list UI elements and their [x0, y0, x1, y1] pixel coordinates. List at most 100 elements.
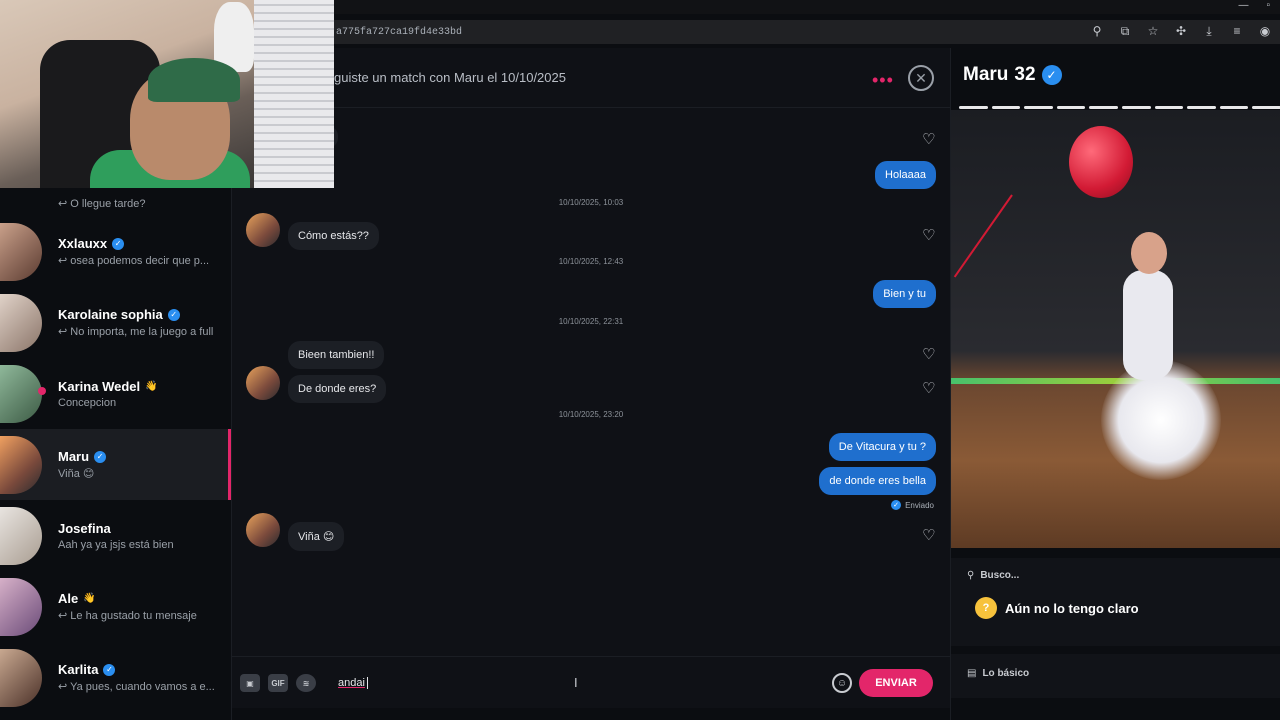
photo-progress-segment[interactable]	[1024, 106, 1053, 109]
sent-status-label: Enviado	[905, 500, 934, 510]
conversation-preview: ↩ osea podemos decir que p...	[58, 255, 210, 267]
conversation-preview: ↩ Ya pues, cuando vamos a e...	[58, 681, 215, 693]
like-heart-icon[interactable]: ♡	[922, 379, 935, 397]
conversation-item-maru[interactable]: Maru ✓ Viña 😊	[0, 429, 231, 500]
avatar	[0, 577, 42, 636]
conversation-item-karina[interactable]: Karina Wedel 👋 Concepcion	[0, 358, 231, 429]
conversation-item-xxlauxx[interactable]: Xxlauxx ✓ ↩ osea podemos decir que p...	[0, 216, 231, 287]
profile-age: 32	[1014, 64, 1036, 85]
photo-progress-segment[interactable]	[1219, 106, 1249, 109]
wave-icon: 👋	[83, 593, 96, 604]
conversation-item-karlita[interactable]: Karlita ✓ ↩ Ya pues, cuando vamos a e...	[0, 642, 231, 713]
basics-section: ▤ Lo básico	[951, 654, 1280, 698]
conversation-preview: Concepcion	[58, 396, 117, 409]
maximize-icon[interactable]: ▫	[1266, 0, 1270, 11]
avatar	[0, 648, 42, 707]
conversation-preview: Viña 😊	[58, 468, 95, 480]
media-icon[interactable]: ≡	[1228, 22, 1246, 40]
like-heart-icon[interactable]: ♡	[922, 526, 935, 544]
photo-progress-segment[interactable]	[1121, 106, 1151, 109]
photo-progress-segment[interactable]	[959, 106, 988, 109]
match-info-title: guiste un match con Maru el 10/10/2025	[334, 70, 566, 85]
like-heart-icon[interactable]: ♡	[922, 345, 935, 363]
photo-balloon	[1069, 126, 1133, 198]
sent-status: ✓ Enviado	[891, 500, 934, 510]
photo-figure	[1123, 270, 1173, 380]
match-avatar[interactable]	[246, 513, 280, 547]
photo-progress-segment[interactable]	[991, 106, 1021, 109]
emoji-picker-icon[interactable]: ☺	[832, 673, 852, 693]
online-dot	[38, 386, 46, 395]
close-chat-icon[interactable]: ✕	[908, 65, 934, 91]
like-heart-icon[interactable]: ♡	[922, 130, 935, 148]
minimize-icon[interactable]: —	[1238, 0, 1248, 11]
url-text[interactable]: a775fa727ca19fd4e33bd	[330, 27, 462, 38]
conversation-name: Karolaine sophia	[58, 307, 163, 322]
message-input-value: andai	[338, 677, 365, 689]
conversation-preview: Aah ya ya jsjs está bien	[58, 538, 174, 551]
avatar	[0, 222, 42, 281]
message-bubble-received: De donde eres?	[288, 375, 387, 403]
avatar	[0, 293, 42, 352]
conversation-preview: ↩ O llegue tarde?	[58, 198, 146, 210]
conversation-item-josefina[interactable]: Josefina Aah ya ya jsjs está bien	[0, 500, 231, 571]
message-bubble-received: Cómo estás??	[288, 222, 379, 250]
downloads-icon[interactable]: ⤓	[1200, 22, 1218, 40]
avatar	[0, 364, 46, 423]
address-bar[interactable]: a775fa727ca19fd4e33bd ⚲ ⧉ ☆ ✣ ⤓ ≡ ◉	[330, 20, 1280, 44]
match-avatar[interactable]	[246, 213, 280, 247]
verified-icon: ✓	[94, 450, 107, 463]
install-app-icon[interactable]: ⧉	[1116, 22, 1134, 40]
profile-icon[interactable]: ◉	[1256, 22, 1274, 40]
busco-value: Aún no lo tengo claro	[1005, 600, 1139, 616]
message-bubble-sent: De Vitacura y tu ?	[828, 433, 936, 461]
photo-figure-head	[1131, 232, 1167, 274]
conversation-preview: ↩ No importa, me la juego a full	[58, 326, 214, 338]
message-bubble-sent: Bien y tu	[873, 280, 936, 308]
message-bubble-received: Viña 😊	[288, 522, 345, 551]
conversation-name: Xxlauxx	[58, 236, 108, 251]
spotify-icon[interactable]: ≋	[296, 674, 316, 692]
verified-icon: ✓	[167, 308, 180, 321]
message-timestamp: 10/10/2025, 10:03	[558, 198, 624, 207]
webcam-overlay	[0, 0, 334, 188]
verified-icon: ✓	[103, 663, 116, 676]
photo-progress-segment[interactable]	[1252, 106, 1280, 109]
like-heart-icon[interactable]: ♡	[922, 226, 935, 244]
conversation-name: Karlita	[58, 662, 99, 677]
conversation-preview: ↩ Le ha gustado tu mensaje	[58, 610, 197, 622]
photo-progress-segment[interactable]	[1187, 106, 1216, 109]
location-icon[interactable]: ⚲	[1088, 22, 1106, 40]
chat-header: guiste un match con Maru el 10/10/2025 •…	[232, 48, 950, 108]
sticker-icon[interactable]: ▣	[240, 674, 260, 692]
window-controls: — ▫	[1238, 0, 1270, 11]
conversation-list: ↩ O llegue tarde? Xxlauxx ✓ ↩ osea podemo…	[0, 188, 232, 720]
gif-button[interactable]: GIF	[268, 674, 288, 692]
conversation-name: Ale	[58, 591, 79, 606]
conversation-item[interactable]: ↩ O llegue tarde?	[0, 188, 231, 216]
message-bubble-sent: de donde eres bella	[819, 467, 936, 495]
photo-progress-segment[interactable]	[1154, 106, 1184, 109]
photo-progress-segment[interactable]	[1056, 106, 1086, 109]
webcam-cap	[148, 58, 240, 102]
profile-photo[interactable]	[951, 110, 1280, 548]
photo-balloon-string	[953, 194, 1013, 278]
busco-section: ⚲ Busco... ? Aún no lo tengo claro	[951, 558, 1280, 646]
extensions-icon[interactable]: ✣	[1172, 22, 1190, 40]
conversation-name: Josefina	[58, 520, 111, 536]
verified-icon: ✓	[112, 237, 125, 250]
send-button[interactable]: ENVIAR	[859, 669, 933, 697]
busco-label: Busco...	[980, 570, 1020, 581]
basics-label: Lo básico	[982, 668, 1030, 679]
search-icon: ⚲	[967, 570, 975, 581]
bookmark-star-icon[interactable]: ☆	[1144, 22, 1162, 40]
profile-panel: Maru 32 ✓ ⚲ Busco... ? Aún no lo tengo cla…	[950, 48, 1280, 720]
message-input[interactable]: andai	[338, 677, 368, 690]
conversation-item-ale[interactable]: Ale 👋 ↩ Le ha gustado tu mensaje	[0, 571, 231, 642]
avatar	[0, 506, 42, 565]
more-options-icon[interactable]: •••	[872, 70, 894, 91]
photo-progress-segment[interactable]	[1089, 106, 1118, 109]
conversation-item-karolaine[interactable]: Karolaine sophia ✓ ↩ No importa, me la ju…	[0, 287, 231, 358]
match-avatar[interactable]	[246, 366, 280, 400]
conversation-name: Karina Wedel	[58, 378, 141, 394]
